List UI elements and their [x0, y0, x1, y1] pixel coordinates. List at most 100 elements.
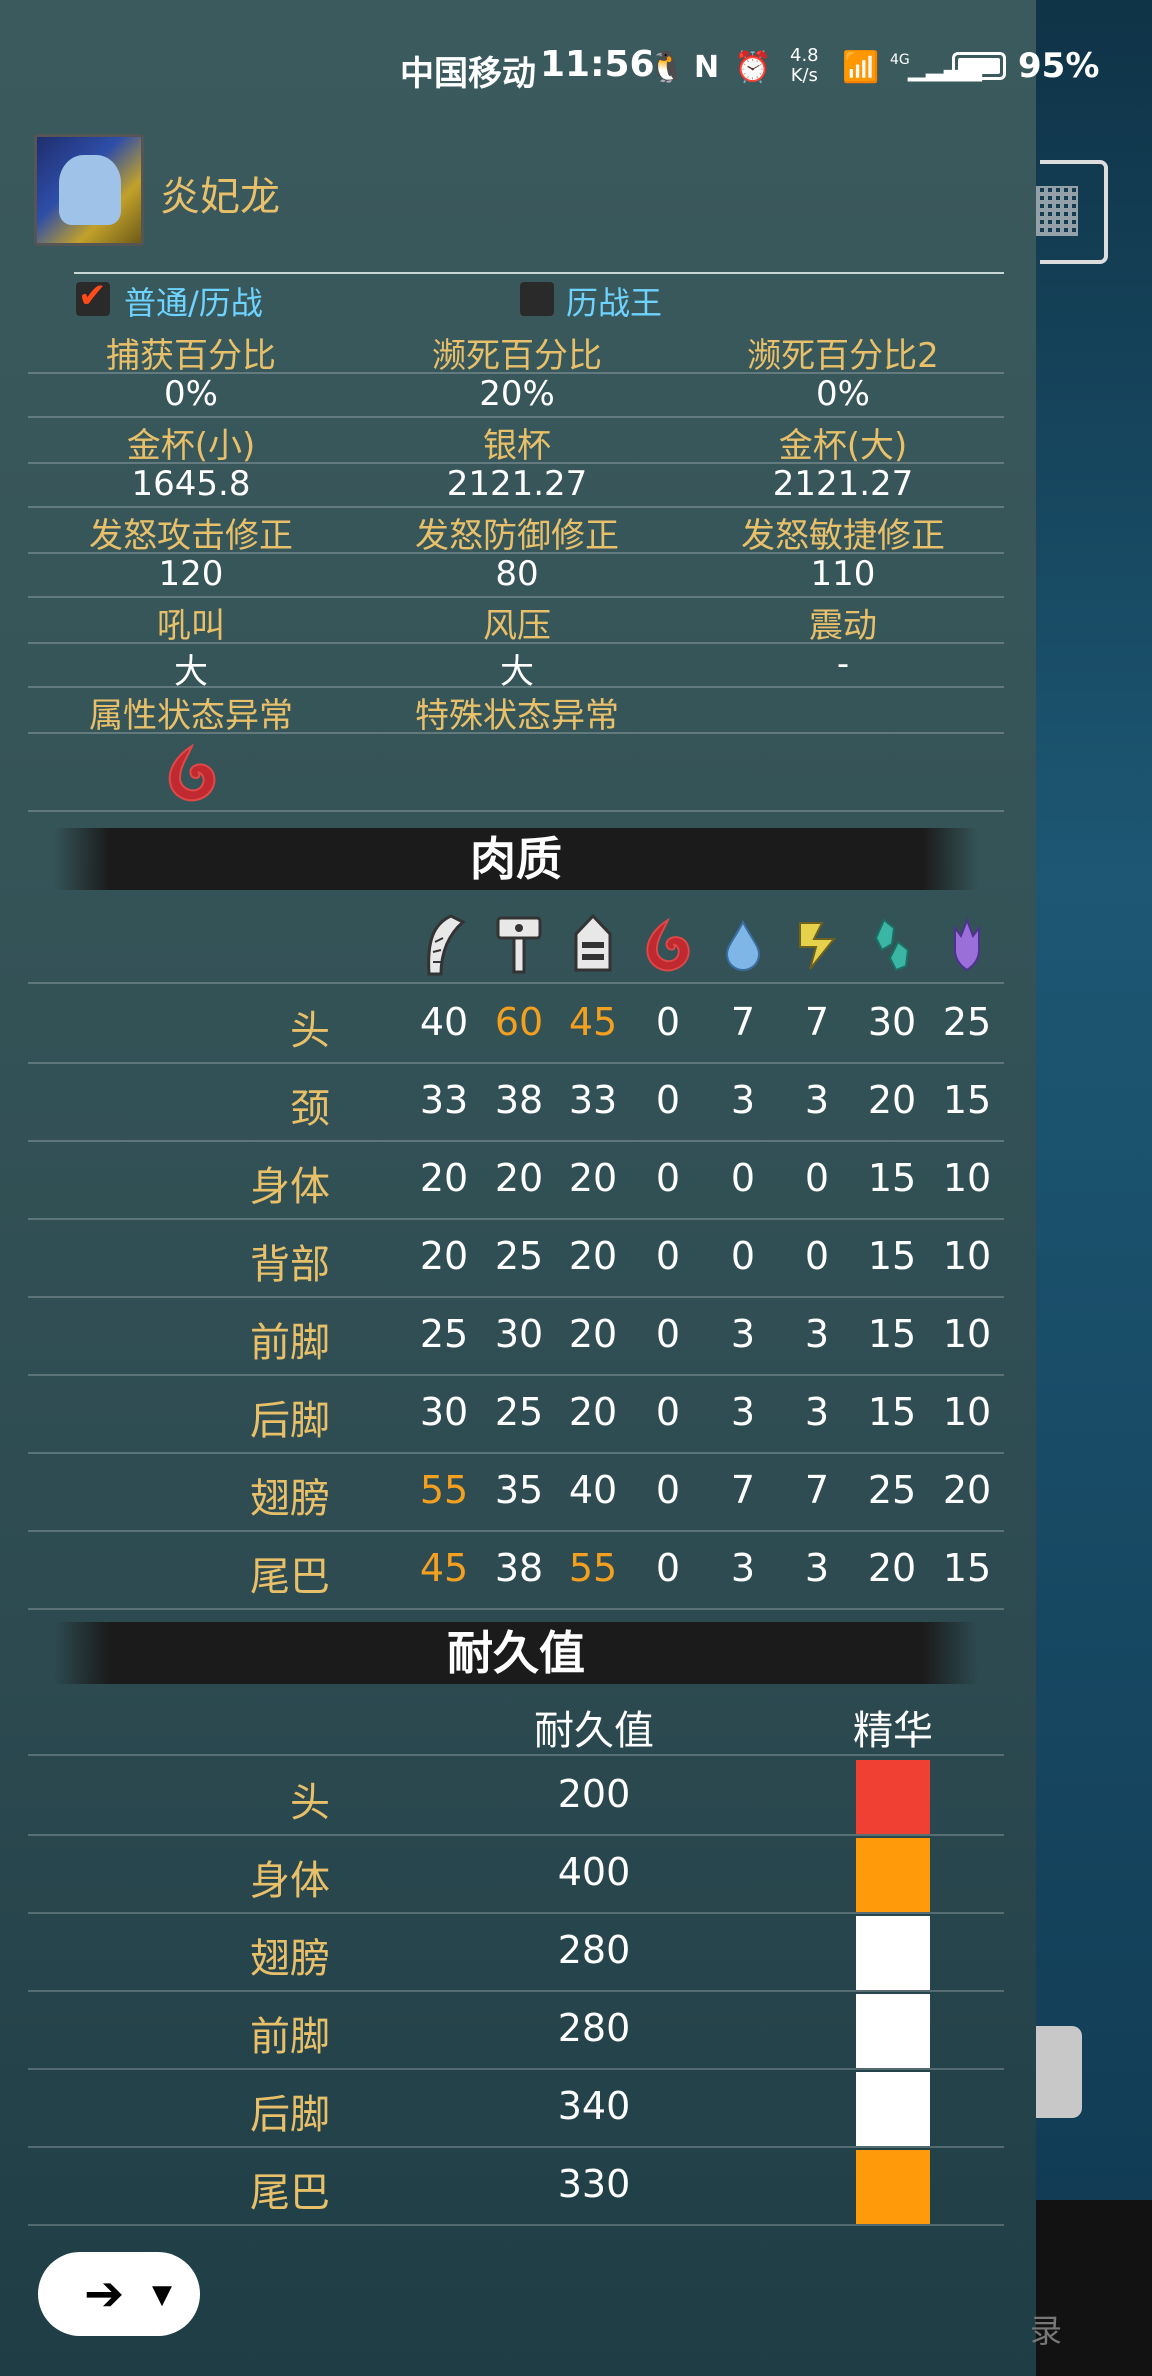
row-divider: [28, 2146, 1004, 2148]
impact-icon: [489, 910, 549, 980]
check-mark-icon: ✔: [78, 276, 107, 316]
wind-label: 风压: [483, 606, 551, 646]
durability-column-header: 耐久值: [534, 1708, 654, 1754]
essence-swatch: [856, 2072, 930, 2146]
hitzone-value: 60: [494, 1000, 544, 1044]
rage-agi-value: 110: [810, 554, 876, 594]
hitzone-value: 55: [419, 1468, 469, 1512]
silver-label: 银杯: [483, 426, 551, 466]
hitzone-value: 30: [419, 1390, 469, 1434]
back-button[interactable]: ➔ ▼: [38, 2252, 200, 2336]
mode-a-label[interactable]: 普通/历战: [124, 278, 263, 324]
header-divider: [74, 272, 1004, 274]
durability-value: 330: [557, 2162, 631, 2206]
hitzone-value: 30: [494, 1312, 544, 1356]
rage-atk-label: 发怒攻击修正: [89, 516, 293, 556]
dying2-label: 濒死百分比2: [747, 336, 939, 376]
rage-agi-label: 发怒敏捷修正: [741, 516, 945, 556]
essence-swatch: [856, 2150, 930, 2224]
hitzone-value: 3: [804, 1390, 830, 1434]
mode-b-label[interactable]: 历战王: [566, 278, 662, 324]
network-type: 4G: [890, 52, 910, 68]
hitzone-value: 7: [804, 1000, 830, 1044]
hitzone-value: 15: [867, 1312, 917, 1356]
hitzone-value: 0: [655, 1234, 681, 1278]
hitzone-value: 20: [568, 1156, 618, 1200]
hitzone-value: 3: [730, 1390, 756, 1434]
rage-atk-value: 120: [158, 554, 224, 594]
essence-swatch: [856, 1994, 930, 2068]
hitzone-value: 0: [655, 1390, 681, 1434]
background-button: [1036, 2026, 1082, 2118]
hitzone-part-label: 背部: [250, 1242, 330, 1288]
battery-icon: [952, 52, 1006, 80]
hitzone-value: 3: [730, 1546, 756, 1590]
durability-part-label: 尾巴: [250, 2170, 330, 2216]
row-divider: [28, 1452, 1004, 1454]
durability-part-label: 身体: [250, 1858, 330, 1904]
durability-value: 280: [557, 1928, 631, 1972]
dying-value: 20%: [479, 374, 555, 414]
hitzone-value: 20: [568, 1390, 618, 1434]
mode-b-checkbox[interactable]: [520, 282, 554, 316]
fire-icon: [638, 910, 698, 980]
elem-ailment-label: 属性状态异常: [89, 696, 293, 736]
hitzone-value: 10: [942, 1156, 992, 1200]
hitzone-value: 55: [568, 1546, 618, 1590]
hitzone-value: 33: [568, 1078, 618, 1122]
thunder-icon: [787, 910, 847, 980]
hitzone-value: 40: [419, 1000, 469, 1044]
gold-large-value: 2121.27: [772, 464, 914, 504]
hitzone-part-label: 前脚: [250, 1320, 330, 1366]
hitzone-value: 10: [942, 1390, 992, 1434]
net-speed-value: 4.8: [790, 45, 819, 66]
background-text: 录: [1030, 2312, 1063, 2350]
alarm-icon: ⏰: [734, 50, 772, 85]
hitzone-value: 15: [867, 1156, 917, 1200]
hitzone-value: 40: [568, 1468, 618, 1512]
row-divider: [28, 1530, 1004, 1532]
dying-label: 濒死百分比: [432, 336, 602, 376]
mode-a-checkbox[interactable]: ✔: [76, 276, 110, 316]
special-ailment-label: 特殊状态异常: [415, 696, 619, 736]
hitzone-value: 25: [867, 1468, 917, 1512]
hitzone-value: 7: [730, 1468, 756, 1512]
net-speed-unit: K/s: [790, 65, 818, 86]
hitzone-part-label: 翅膀: [250, 1476, 330, 1522]
hitzone-value: 20: [419, 1234, 469, 1278]
row-divider: [28, 982, 1004, 984]
qq-icon: 🐧: [648, 50, 686, 85]
hitzone-value: 7: [730, 1000, 756, 1044]
hitzone-value: 0: [655, 1000, 681, 1044]
monster-name: 炎妃龙: [160, 174, 280, 220]
row-divider: [28, 2068, 1004, 2070]
hitzone-value: 0: [655, 1546, 681, 1590]
hitzone-value: 0: [730, 1156, 756, 1200]
durability-value: 200: [557, 1772, 631, 1816]
row-divider: [28, 1990, 1004, 1992]
hitzone-value: 45: [568, 1000, 618, 1044]
hitzone-value: 30: [867, 1000, 917, 1044]
durability-part-label: 翅膀: [250, 1936, 330, 1982]
row-divider: [28, 1218, 1004, 1220]
hitzone-value: 10: [942, 1234, 992, 1278]
net-speed: 4.8 K/s: [790, 46, 819, 86]
essence-column-header: 精华: [853, 1708, 933, 1754]
status-bar: 中国移动 11:56 🐧 N ⏰ 4.8 K/s 📶 4G ▁▂▃▅ 95%: [0, 0, 1152, 108]
hitzone-title: 肉质: [470, 832, 562, 886]
hitzone-value: 25: [494, 1234, 544, 1278]
row-divider: [28, 1374, 1004, 1376]
gold-small-label: 金杯(小): [126, 426, 256, 466]
qr-code-icon: [1036, 186, 1078, 236]
hitzone-value: 20: [568, 1234, 618, 1278]
hitzone-value: 38: [494, 1078, 544, 1122]
hitzone-value: 7: [804, 1468, 830, 1512]
durability-banner: 耐久值: [54, 1622, 978, 1684]
hitzone-value: 3: [804, 1078, 830, 1122]
hitzone-value: 15: [942, 1078, 992, 1122]
battery-percent: 95%: [1018, 46, 1100, 86]
back-arrow-icon: ➔: [84, 2266, 125, 2322]
tremor-label: 震动: [809, 606, 877, 646]
tremor-value: -: [836, 644, 850, 684]
gold-small-value: 1645.8: [131, 464, 251, 504]
